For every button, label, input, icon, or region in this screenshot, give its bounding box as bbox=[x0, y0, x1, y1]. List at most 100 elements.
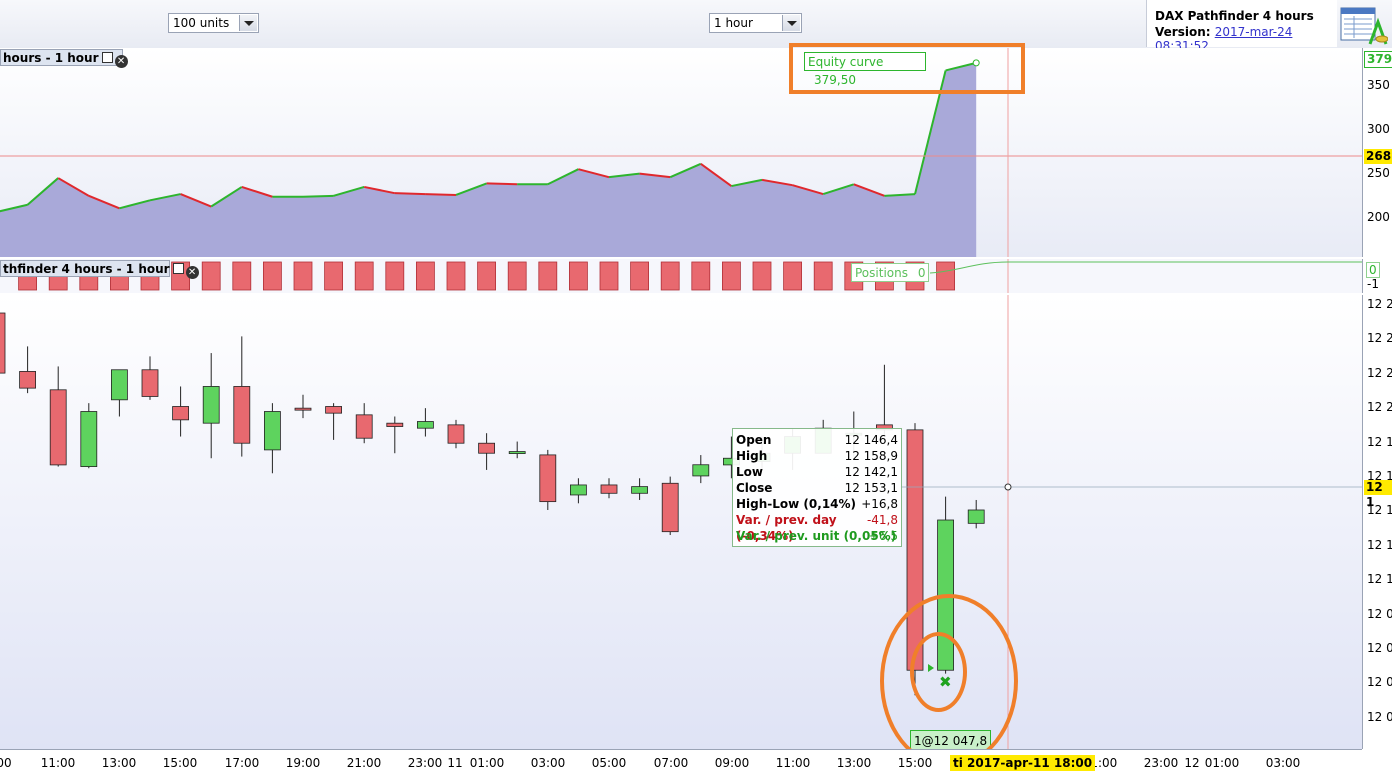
position-bar bbox=[752, 261, 772, 291]
chevron-down-icon[interactable] bbox=[239, 15, 257, 31]
candle-body bbox=[355, 414, 373, 439]
candle-body bbox=[49, 389, 67, 466]
candle-body bbox=[692, 464, 710, 477]
candle-body bbox=[478, 442, 496, 454]
equity-current-label: 379,5 bbox=[1364, 51, 1392, 68]
time-axis: 00 11:00 13:00 15:00 17:00 19:00 21:00 23:00 11 0… bbox=[0, 749, 1362, 777]
y-tick: 12 1 bbox=[1367, 434, 1392, 449]
equity-chart bbox=[0, 48, 1362, 257]
candle-body bbox=[325, 406, 343, 414]
tooltip-row: Open 12 146,4 bbox=[736, 432, 898, 448]
positions-chart bbox=[0, 259, 1362, 293]
position-bar bbox=[232, 261, 252, 291]
y-tick: 12 2 bbox=[1367, 400, 1392, 415]
x-tick: 07:00 bbox=[653, 756, 689, 770]
units-select[interactable]: 100 units bbox=[168, 13, 259, 33]
y-tick: 12 0 bbox=[1367, 641, 1392, 655]
position-bar bbox=[630, 261, 649, 291]
timeframe-select[interactable]: 1 hour bbox=[709, 13, 802, 33]
positions-legend: Positions 0 bbox=[851, 263, 929, 282]
version-label: Version: bbox=[1155, 25, 1211, 39]
x-tick: 13:00 bbox=[836, 756, 872, 770]
equity-hline-label: 268 bbox=[1364, 149, 1392, 164]
candle-body bbox=[0, 312, 6, 374]
crosshair-point bbox=[1004, 483, 1012, 491]
position-bar bbox=[477, 261, 497, 291]
chevron-down-icon[interactable] bbox=[782, 15, 800, 31]
candle-body bbox=[570, 484, 587, 496]
x-tick: 17:00 bbox=[224, 756, 260, 770]
tooltip-row: Var. / prev. unit (0,05%) +6,5 bbox=[736, 528, 898, 544]
x-tick: 15:00 bbox=[897, 756, 933, 770]
position-bar bbox=[385, 261, 405, 291]
strategy-info: DAX Pathfinder 4 hours Version: 2017-mar… bbox=[1146, 0, 1337, 53]
candle-body bbox=[172, 406, 190, 421]
position-bar bbox=[936, 261, 955, 291]
price-chart bbox=[0, 295, 1362, 749]
y-tick: 12 0 bbox=[1367, 675, 1392, 690]
x-tick: 05:00 bbox=[591, 756, 627, 770]
y-tick: 12 2 bbox=[1367, 297, 1392, 311]
candle-body bbox=[600, 484, 618, 494]
candle-body bbox=[386, 422, 404, 427]
y-tick: 300 bbox=[1367, 122, 1390, 136]
position-bar bbox=[354, 261, 374, 291]
close-icon[interactable]: ✕ bbox=[114, 55, 128, 68]
positions-legend-value: 0 bbox=[917, 266, 926, 280]
highlight-ellipse-small bbox=[910, 632, 967, 712]
candle-body bbox=[111, 369, 128, 401]
tooltip-row: Close 12 153,1 bbox=[736, 480, 898, 496]
equity-panel-tab[interactable]: hours - 1 hour ✕ bbox=[0, 49, 128, 68]
tooltip-value: -41,8 bbox=[866, 513, 898, 527]
positions-panel-tab[interactable]: thfinder 4 hours - 1 hour ✕ bbox=[0, 260, 199, 279]
x-tick: 21:00 bbox=[346, 756, 382, 770]
candle-tooltip: Open 12 146,4 High 12 158,9 Low 12 142,1 Close… bbox=[732, 428, 902, 547]
candle-body bbox=[508, 451, 526, 454]
cursor-time-label: ti 2017-apr-11 18:00 bbox=[950, 755, 1096, 771]
close-icon[interactable]: ✕ bbox=[185, 266, 199, 279]
exit-cross-icon: ✖ bbox=[939, 673, 952, 691]
tooltip-value: 12 153,1 bbox=[844, 481, 898, 495]
positions-y-axis: 0 -1 bbox=[1362, 259, 1392, 293]
tooltip-row: High 12 158,9 bbox=[736, 448, 898, 464]
tooltip-key: Close bbox=[736, 481, 773, 495]
timeframe-select-value: 1 hour bbox=[714, 16, 753, 30]
tooltip-value: +16,8 bbox=[861, 497, 898, 511]
strategy-name: DAX Pathfinder 4 hours bbox=[1155, 9, 1314, 23]
candle-body bbox=[631, 486, 648, 494]
tooltip-key: High-Low (0,14%) bbox=[736, 497, 857, 511]
position-bar bbox=[660, 261, 680, 291]
candle-body bbox=[19, 371, 37, 389]
report-icon[interactable] bbox=[1340, 4, 1389, 46]
x-tick: 03:00 bbox=[530, 756, 566, 770]
position-bar bbox=[599, 261, 619, 291]
position-bar bbox=[722, 261, 741, 291]
position-bar bbox=[569, 261, 588, 291]
x-tick: 11:00 bbox=[775, 756, 811, 770]
position-bar bbox=[324, 261, 344, 291]
candle-body bbox=[294, 407, 312, 411]
x-tick: 13:00 bbox=[101, 756, 137, 770]
maximize-icon[interactable] bbox=[101, 52, 113, 63]
tooltip-value: 12 142,1 bbox=[844, 465, 898, 479]
equity-segment bbox=[425, 193, 457, 196]
candle-body bbox=[967, 509, 985, 524]
tooltip-value: 12 146,4 bbox=[844, 433, 898, 447]
x-tick: 19:00 bbox=[285, 756, 321, 770]
y-tick: 12 0 bbox=[1367, 606, 1392, 621]
highlight-rectangle bbox=[789, 43, 1025, 94]
price-y-axis: 12 2 12 2 12 2 12 2 12 1 12 1 12 1 12 1 12 1 12 0… bbox=[1362, 295, 1392, 749]
equity-panel-title: hours - 1 hour bbox=[3, 51, 99, 65]
equity-segment bbox=[394, 192, 426, 196]
tooltip-value: 12 158,9 bbox=[844, 449, 898, 463]
position-bar bbox=[538, 261, 558, 291]
position-bar bbox=[691, 261, 711, 291]
y-tick: 12 1 bbox=[1367, 572, 1392, 587]
maximize-icon[interactable] bbox=[172, 263, 184, 274]
x-tick: 23:00 bbox=[407, 756, 443, 770]
candle-body bbox=[447, 424, 465, 444]
candle-body bbox=[263, 411, 281, 451]
y-tick: 0 bbox=[1366, 262, 1380, 278]
y-tick: 250 bbox=[1367, 166, 1390, 180]
position-bar bbox=[262, 261, 282, 291]
